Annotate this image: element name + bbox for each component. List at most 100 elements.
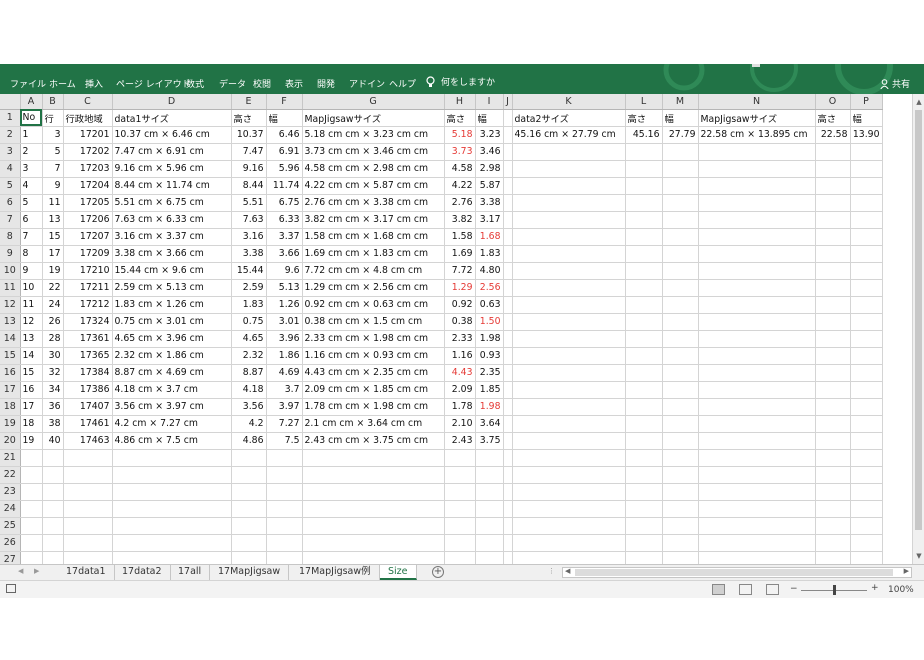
cell[interactable]: 5.13	[266, 279, 303, 297]
cell[interactable]	[302, 483, 445, 501]
vertical-scroll-thumb[interactable]	[915, 110, 922, 530]
row-header[interactable]: 15	[0, 347, 21, 365]
cell[interactable]	[444, 483, 476, 501]
cell[interactable]: 36	[42, 398, 64, 416]
cell[interactable]: 1.85	[475, 381, 504, 399]
cell[interactable]	[815, 279, 851, 297]
cell[interactable]: 3.82	[444, 211, 476, 229]
cell[interactable]	[625, 534, 663, 552]
cell[interactable]	[112, 466, 232, 484]
cell[interactable]: 0.92	[444, 296, 476, 314]
cell[interactable]	[503, 245, 513, 263]
cell[interactable]	[503, 432, 513, 450]
add-sheet-button[interactable]: +	[432, 566, 444, 578]
column-header[interactable]: H	[444, 94, 476, 110]
cell[interactable]	[698, 449, 816, 467]
cell[interactable]: 8.87	[231, 364, 267, 382]
row-header[interactable]: 4	[0, 160, 21, 178]
cell[interactable]	[815, 296, 851, 314]
cell[interactable]: 22.58 cm × 13.895 cm	[698, 126, 816, 144]
cell[interactable]	[698, 330, 816, 348]
cell[interactable]: 18	[20, 415, 43, 433]
cell[interactable]: 17203	[63, 160, 113, 178]
cell[interactable]: 幅	[266, 109, 303, 127]
cell[interactable]	[850, 296, 883, 314]
cell[interactable]	[850, 211, 883, 229]
cell[interactable]	[512, 364, 626, 382]
cell[interactable]: 17	[42, 245, 64, 263]
cell[interactable]	[815, 483, 851, 501]
tab-file[interactable]: ファイル	[10, 77, 46, 90]
cell[interactable]: 3.97	[266, 398, 303, 416]
cell[interactable]	[662, 551, 699, 564]
cell[interactable]	[512, 296, 626, 314]
cell[interactable]	[662, 211, 699, 229]
cell[interactable]: 7.5	[266, 432, 303, 450]
cell[interactable]	[698, 500, 816, 518]
cell[interactable]	[698, 160, 816, 178]
cell[interactable]: 10.37 cm × 6.46 cm	[112, 126, 232, 144]
cell[interactable]: 17407	[63, 398, 113, 416]
cell[interactable]	[503, 143, 513, 161]
cell[interactable]: data1サイズ	[112, 109, 232, 127]
cell[interactable]	[815, 245, 851, 263]
cell[interactable]: 13.90	[850, 126, 883, 144]
cell[interactable]	[444, 517, 476, 535]
cell[interactable]: 12	[20, 313, 43, 331]
cell[interactable]: 1.58 cm cm × 1.68 cm cm	[302, 228, 445, 246]
cell[interactable]	[444, 551, 476, 564]
normal-view-icon[interactable]	[712, 584, 725, 595]
cell[interactable]	[850, 432, 883, 450]
cell[interactable]: 2.98	[475, 160, 504, 178]
cell[interactable]: 高さ	[815, 109, 851, 127]
cell[interactable]	[662, 228, 699, 246]
cell[interactable]: 17212	[63, 296, 113, 314]
cell[interactable]	[662, 483, 699, 501]
cell[interactable]	[662, 364, 699, 382]
cell[interactable]	[302, 517, 445, 535]
cell[interactable]: 8	[20, 245, 43, 263]
cell[interactable]: 28	[42, 330, 64, 348]
row-header[interactable]: 19	[0, 415, 21, 433]
cell[interactable]: 0.63	[475, 296, 504, 314]
row-header[interactable]: 17	[0, 381, 21, 399]
cell[interactable]	[850, 262, 883, 280]
cell[interactable]: 6	[20, 211, 43, 229]
cell[interactable]: 17211	[63, 279, 113, 297]
cell[interactable]	[815, 211, 851, 229]
cell[interactable]	[231, 483, 267, 501]
cell[interactable]: 17461	[63, 415, 113, 433]
cell[interactable]: 4.18	[231, 381, 267, 399]
cell[interactable]	[662, 534, 699, 552]
cell[interactable]: 2.76 cm cm × 3.38 cm cm	[302, 194, 445, 212]
cell[interactable]	[503, 500, 513, 518]
cell[interactable]	[815, 313, 851, 331]
vertical-scrollbar[interactable]: ▲ ▼	[912, 94, 924, 564]
cell[interactable]: 13	[42, 211, 64, 229]
cell[interactable]	[662, 432, 699, 450]
cell[interactable]: 3.75	[475, 432, 504, 450]
cell[interactable]	[662, 245, 699, 263]
cell[interactable]	[625, 466, 663, 484]
cell[interactable]: 4	[20, 177, 43, 195]
cell[interactable]: 8.44 cm × 11.74 cm	[112, 177, 232, 195]
sheet-tab-17data1[interactable]: 17data1	[58, 565, 115, 580]
cell[interactable]: 1.69 cm cm × 1.83 cm cm	[302, 245, 445, 263]
cell[interactable]	[503, 483, 513, 501]
cell[interactable]: 3.01	[266, 313, 303, 331]
cell[interactable]	[625, 245, 663, 263]
cell[interactable]	[512, 432, 626, 450]
cell[interactable]: 17361	[63, 330, 113, 348]
cell[interactable]: 5	[20, 194, 43, 212]
cell[interactable]: 幅	[662, 109, 699, 127]
cell[interactable]	[20, 534, 43, 552]
row-header[interactable]: 27	[0, 551, 21, 564]
cell[interactable]	[512, 211, 626, 229]
cell[interactable]	[850, 500, 883, 518]
tab-help[interactable]: ヘルプ	[389, 77, 416, 90]
cell[interactable]: 22.58	[815, 126, 851, 144]
cell[interactable]: 15.44 cm × 9.6 cm	[112, 262, 232, 280]
cell[interactable]: 2.1 cm cm × 3.64 cm cm	[302, 415, 445, 433]
column-header[interactable]: L	[625, 94, 663, 110]
cell[interactable]	[512, 194, 626, 212]
